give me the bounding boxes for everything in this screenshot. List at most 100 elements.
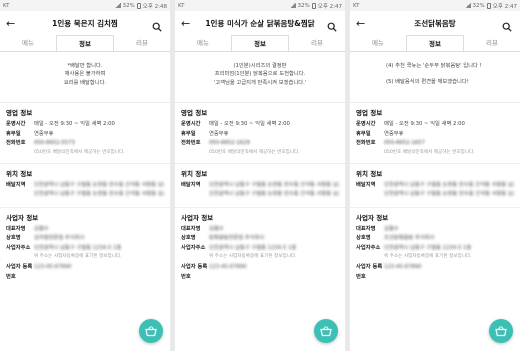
section-title: 영업 정보 [181,109,208,117]
addr-label: 사업자주소 [356,244,381,251]
battery-icon [486,2,491,9]
phone-note: 050번호 배달의민족에서 제공하는 번호입니다. [34,149,125,155]
top-app-bar: ← 조선닭볶음탕 [350,11,520,35]
holiday-label: 휴무일 [6,130,21,137]
cart-button[interactable] [314,319,338,343]
status-bar: KT 32% 오후 2:47 [350,0,520,11]
status-bar: KT 32% 오후 2:47 [175,0,345,11]
shop-notice: (4) 추천 쿡뉴는 '순두부 닭볶음탕' 입니다 ! (5) 배달음식의 편견… [356,58,514,102]
business-section: 영업 정보 운영시간 매일 - 오전 9:30 ~ 익일 새벽 2:00 휴무일 연… [350,102,520,163]
cart-button[interactable] [489,319,513,343]
battery-percent: 32% [472,2,485,9]
shop-title: 1인용 묵은지 김치찜 [52,18,118,28]
area-value: 인천광역시 남동구 구월동 논현동 만수동 간석동 서창동 남촌동 도림동 [384,181,514,188]
search-icon[interactable] [502,17,514,32]
status-bar: KT 32% 오후 2:48 [0,0,170,11]
rep-label: 대표자명 [181,225,201,232]
addr-note: 위 주소는 사업자등록증에 표기된 정보입니다. [209,254,297,259]
carrier-label: KT [178,2,185,9]
rep-label: 대표자명 [356,225,376,232]
section-title: 영업 정보 [6,109,33,117]
tab-reviews[interactable]: 리뷰 [289,35,345,51]
info-content: (1인분)시리즈의 결정판 프리미엄(1인분) 닭볶음으로 도전합니다. '고객… [175,52,345,282]
hours-value: 매일 - 오전 9:30 ~ 익일 새벽 2:00 [34,121,115,127]
tab-reviews[interactable]: 리뷰 [114,35,170,51]
section-title: 사업자 정보 [181,213,214,222]
phone-link[interactable]: 050-6652-1657 [384,139,514,149]
carrier-label: KT [3,2,10,9]
tab-info[interactable]: 정보 [56,35,114,51]
area-value: 인천광역시 남동구 구월동 논현동 만수동 간석동 서창동 남촌동 도림동 [34,181,164,188]
rep-value: 김철수 [384,225,399,232]
tab-info[interactable]: 정보 [231,35,289,51]
section-title: 영업 정보 [356,109,383,117]
owner-section: 사업자 정보 대표자명 김철수 상호명 김치찜전문점 주식회사 사업자주소 인천광역시… [0,206,170,283]
back-arrow-icon[interactable]: ← [6,18,18,29]
hours-label: 운영시간 [6,121,26,127]
tab-menu[interactable]: 메뉴 [0,35,56,51]
search-icon[interactable] [152,17,164,32]
hours-label: 운영시간 [181,121,201,127]
tab-menu[interactable]: 메뉴 [350,35,406,51]
back-arrow-icon[interactable]: ← [356,18,368,29]
notice-line: (4) 추천 쿡뉴는 '순두부 닭볶음탕' 입니다 ! [386,63,482,69]
area-value-cont: 인천광역시 남동구 구월동 논현동 만수동 간석동 서창동 남촌동 도림동 [384,191,514,197]
hours-label: 운영시간 [356,121,376,127]
top-app-bar: ← 1인용 묵은지 김치찜 [0,11,170,35]
phone-link[interactable]: 050-6652-1629 [209,139,339,149]
phone-note: 050번호 배달의민족에서 제공하는 번호입니다. [384,149,475,155]
battery-percent: 32% [122,2,135,9]
tab-menu[interactable]: 메뉴 [175,35,231,51]
battery-icon [136,2,141,9]
rep-label: 대표자명 [6,225,26,232]
section-title: 위치 정보 [181,169,208,178]
tab-info[interactable]: 정보 [406,35,464,51]
hours-value: 매일 - 오전 9:30 ~ 익일 새벽 2:00 [384,121,465,127]
clock: 오후 2:47 [492,3,517,10]
battery-icon [311,2,316,9]
area-label: 배달지역 [6,181,26,188]
name-value: 조선닭볶음탕 주식회사 [384,235,435,241]
screenshot-collage: KT 32% 오후 2:48 ← 1인용 묵은지 김치찜 메뉴 정보 리뷰 *배… [0,0,520,351]
info-content: (4) 추천 쿡뉴는 '순두부 닭볶음탕' 입니다 ! (5) 배달음식의 편견… [350,52,520,282]
name-label: 상호명 [356,235,371,241]
name-value: 김치찜전문점 주식회사 [34,235,85,241]
location-section: 위치 정보 배달지역 인천광역시 남동구 구월동 논현동 만수동 간석동 서창동 … [0,162,170,207]
battery-percent: 32% [297,2,310,9]
addr-label: 사업자주소 [181,244,206,251]
hours-value: 매일 - 오전 9:30 ~ 익일 새벽 2:00 [209,121,290,127]
location-section: 위치 정보 배달지역 인천광역시 남동구 구월동 논현동 만수동 간석동 서창동 … [175,162,345,207]
screen-3: KT 32% 오후 2:47 ← 조선닭볶음탕 메뉴 정보 리뷰 (4) 추천 … [350,0,520,351]
shop-title: 1인용 미식가 순살 닭볶음탕&찜닭 [205,18,315,28]
addr-value: 인천광역시 남동구 구월동 1234-5 1층 [384,244,472,251]
name-label: 상호명 [181,235,196,241]
notice-line: 프리미엄(1인분) 닭볶음으로 도전합니다. [214,71,306,78]
basket-icon [320,326,332,337]
area-label: 배달지역 [181,181,201,188]
notice-line: (1인분)시리즈의 결정판 [233,63,287,69]
area-label: 배달지역 [356,181,376,188]
notice-line: *배달만 합니다. [67,63,103,69]
tab-bar: 메뉴 정보 리뷰 [175,35,345,52]
phone-label: 전화번호 [356,140,376,146]
cart-button[interactable] [139,319,163,343]
search-icon[interactable] [327,17,339,32]
clock: 오후 2:48 [142,3,167,10]
back-arrow-icon[interactable]: ← [181,18,193,29]
section-title: 사업자 정보 [356,213,389,222]
info-content: *배달만 합니다. 재사용은 불가하며 요리를 배달합니다. 영업 정보 운영시… [0,52,170,282]
holiday-value: 연중무휴 [209,130,229,137]
tab-bar: 메뉴 정보 리뷰 [0,35,170,52]
section-title: 위치 정보 [356,169,383,178]
phone-link[interactable]: 050-6652-5573 [34,139,164,149]
phone-label: 전화번호 [181,140,201,146]
name-value: 닭볶음탕전문점 주식회사 [209,235,265,241]
basket-icon [495,326,507,337]
shop-title: 조선닭볶음탕 [414,18,456,28]
rep-value: 김철수 [34,225,49,232]
section-title: 위치 정보 [6,169,33,178]
top-app-bar: ← 1인용 미식가 순살 닭볶음탕&찜닭 [175,11,345,35]
tab-reviews[interactable]: 리뷰 [464,35,520,51]
phone-label: 전화번호 [6,140,26,146]
section-title: 사업자 정보 [6,213,39,222]
